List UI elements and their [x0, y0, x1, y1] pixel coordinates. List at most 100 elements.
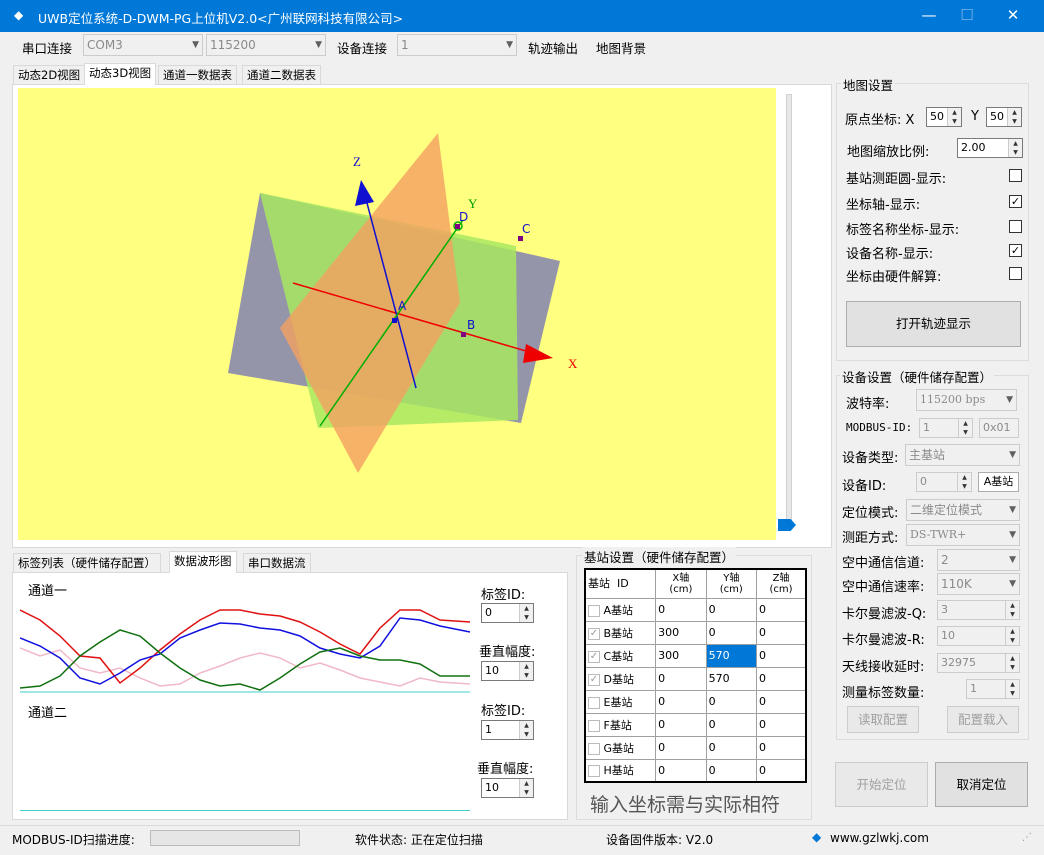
baud-rate-select[interactable]: 115200 ▼	[206, 34, 326, 56]
station-z[interactable]: 0	[759, 603, 766, 616]
tab-serial-stream[interactable]: 串口数据流	[243, 553, 311, 573]
opt-device-name-checkbox[interactable]: ✓	[1009, 244, 1022, 257]
station-enable-checkbox[interactable]	[588, 765, 600, 778]
spin-arrows-icon[interactable]: ▲ ▼	[957, 473, 971, 491]
table-row[interactable]: ✓ C基站 300 570 0	[584, 643, 807, 668]
station-enable-checkbox[interactable]	[588, 742, 600, 755]
modbus-id-stepper[interactable]: 1 ▲ ▼	[919, 418, 973, 438]
opt-axis-checkbox[interactable]: ✓	[1009, 195, 1022, 208]
station-enable-checkbox[interactable]	[588, 604, 600, 617]
read-config-button[interactable]: 读取配置	[847, 706, 919, 733]
spin-arrows-icon[interactable]: ▲ ▼	[958, 419, 972, 437]
website-link[interactable]: www.gzlwkj.com	[830, 831, 929, 845]
air-rate-select[interactable]: 110K ▼	[937, 573, 1020, 595]
station-z[interactable]: 0	[759, 741, 766, 754]
station-y[interactable]: 570	[709, 672, 730, 685]
station-y[interactable]: 0	[709, 741, 716, 754]
station-y[interactable]: 0	[709, 718, 716, 731]
station-x[interactable]: 300	[658, 649, 679, 662]
kalman-q-stepper[interactable]: 3 ▲ ▼	[937, 600, 1020, 620]
station-x[interactable]: 300	[658, 626, 679, 639]
table-row[interactable]: A基站 0 0 0	[584, 597, 807, 622]
table-row[interactable]: ✓ B基站 300 0 0	[584, 620, 807, 645]
opt-tag-name-checkbox[interactable]	[1009, 220, 1022, 233]
vamp-stepper-1[interactable]: 10 ▲ ▼	[481, 661, 534, 681]
station-enable-checkbox[interactable]: ✓	[588, 673, 600, 686]
spin-arrows-icon[interactable]: ▲ ▼	[519, 721, 533, 739]
station-y[interactable]: 0	[709, 764, 716, 777]
resize-grip-icon[interactable]: ⋰	[1022, 832, 1032, 843]
tab-2d-view[interactable]: 动态2D视图	[13, 65, 86, 85]
com-port-select[interactable]: COM3 ▼	[83, 34, 203, 56]
station-x[interactable]: 0	[658, 672, 665, 685]
station-y[interactable]: 0	[709, 603, 716, 616]
track-output-menu[interactable]: 轨迹输出	[528, 38, 578, 57]
spin-arrows-icon[interactable]: ▲ ▼	[1005, 680, 1019, 698]
spin-arrows-icon[interactable]: ▲ ▼	[519, 604, 533, 622]
station-x[interactable]: 0	[658, 695, 665, 708]
air-channel-select[interactable]: 2 ▼	[937, 549, 1020, 571]
spin-arrows-icon[interactable]: ▲ ▼	[1005, 601, 1019, 619]
tab-channel1-table[interactable]: 通道一数据表	[158, 65, 237, 85]
tag-id-stepper-2[interactable]: 1 ▲ ▼	[481, 720, 534, 740]
station-z[interactable]: 0	[759, 672, 766, 685]
opt-ranging-circle-checkbox[interactable]	[1009, 169, 1022, 182]
tab-waveform[interactable]: 数据波形图	[169, 551, 237, 573]
table-row[interactable]: H基站 0 0 0	[584, 758, 807, 783]
tab-3d-view[interactable]: 动态3D视图	[84, 63, 157, 85]
station-enable-checkbox[interactable]: ✓	[588, 627, 600, 640]
station-x[interactable]: 0	[658, 764, 665, 777]
table-row[interactable]: ✓ D基站 0 570 0	[584, 666, 807, 691]
cancel-locate-button[interactable]: 取消定位	[935, 762, 1028, 807]
station-enable-checkbox[interactable]	[588, 696, 600, 709]
opt-hw-solve-checkbox[interactable]	[1009, 267, 1022, 280]
origin-y-stepper[interactable]: 50 ▲ ▼	[986, 107, 1022, 127]
map-scale-stepper[interactable]: 2.00 ▲ ▼	[957, 138, 1023, 158]
station-z[interactable]: 0	[759, 695, 766, 708]
device-select[interactable]: 1 ▼	[397, 34, 517, 56]
station-x[interactable]: 0	[658, 603, 665, 616]
station-enable-checkbox[interactable]	[588, 719, 600, 732]
maximize-button[interactable]: ☐	[944, 0, 990, 32]
serial-connect-menu[interactable]: 串口连接	[22, 38, 72, 57]
station-y[interactable]: 0	[709, 695, 716, 708]
dev-id-stepper[interactable]: 0 ▲ ▼	[916, 472, 972, 492]
origin-x-stepper[interactable]: 50 ▲ ▼	[926, 107, 962, 127]
station-enable-checkbox[interactable]: ✓	[588, 650, 600, 663]
dev-baud-select[interactable]: 115200 bps ▼	[916, 389, 1017, 411]
spin-arrows-icon[interactable]: ▲ ▼	[1005, 627, 1019, 645]
station-y[interactable]: 570	[709, 649, 730, 662]
tab-channel2-table[interactable]: 通道二数据表	[242, 65, 321, 85]
3d-view-canvas[interactable]: Z Y X A B C D	[18, 88, 776, 540]
dev-type-select[interactable]: 主基站 ▼	[905, 444, 1020, 466]
load-config-button[interactable]: 配置载入	[947, 706, 1019, 733]
table-row[interactable]: E基站 0 0 0	[584, 689, 807, 714]
open-track-button[interactable]: 打开轨迹显示	[846, 301, 1021, 347]
spin-arrows-icon[interactable]: ▲ ▼	[1005, 654, 1019, 672]
station-x[interactable]: 0	[658, 718, 665, 731]
table-row[interactable]: F基站 0 0 0	[584, 712, 807, 737]
close-button[interactable]: ✕	[990, 0, 1036, 32]
locate-mode-select[interactable]: 二维定位模式 ▼	[906, 499, 1020, 521]
map-background-menu[interactable]: 地图背景	[596, 38, 646, 57]
station-y[interactable]: 0	[709, 626, 716, 639]
spin-arrows-icon[interactable]: ▲ ▼	[1008, 139, 1022, 157]
table-row[interactable]: G基站 0 0 0	[584, 735, 807, 760]
spin-arrows-icon[interactable]: ▲ ▼	[947, 108, 961, 126]
spin-arrows-icon[interactable]: ▲ ▼	[1007, 108, 1021, 126]
station-z[interactable]: 0	[759, 649, 766, 662]
station-z[interactable]: 0	[759, 764, 766, 777]
zoom-slider-track[interactable]	[786, 94, 792, 526]
start-locate-button[interactable]: 开始定位	[835, 762, 928, 807]
station-x[interactable]: 0	[658, 741, 665, 754]
antenna-delay-stepper[interactable]: 32975 ▲ ▼	[937, 653, 1020, 673]
spin-arrows-icon[interactable]: ▲ ▼	[519, 779, 533, 797]
kalman-r-stepper[interactable]: 10 ▲ ▼	[937, 626, 1020, 646]
range-method-select[interactable]: DS-TWR+ ▼	[906, 524, 1020, 546]
device-connect-menu[interactable]: 设备连接	[337, 38, 387, 57]
tag-id-stepper-1[interactable]: 0 ▲ ▼	[481, 603, 534, 623]
spin-arrows-icon[interactable]: ▲ ▼	[519, 662, 533, 680]
vamp-stepper-2[interactable]: 10 ▲ ▼	[481, 778, 534, 798]
station-z[interactable]: 0	[759, 626, 766, 639]
tab-tag-list[interactable]: 标签列表（硬件储存配置）	[13, 553, 161, 573]
